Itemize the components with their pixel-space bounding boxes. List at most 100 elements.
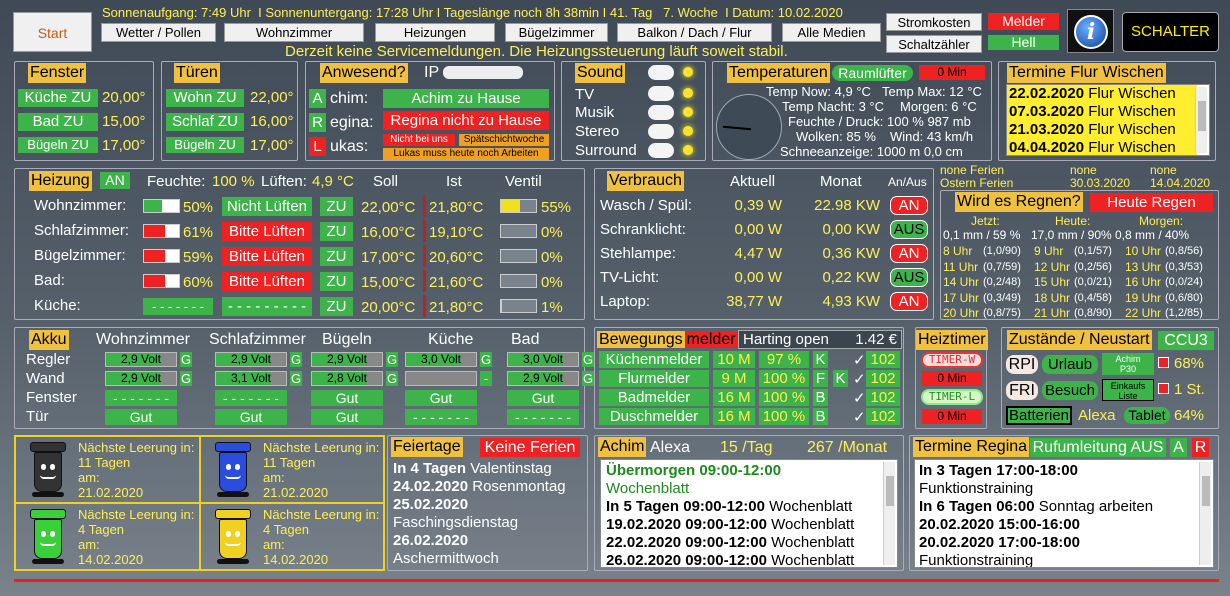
anwesend-regina-status[interactable]: Regina nicht zu Hause — [383, 111, 549, 130]
rpi-button[interactable]: RPI — [1006, 355, 1038, 374]
flur-label: Flur Wischen — [1088, 85, 1176, 102]
tuer-schlaf[interactable]: Schlaf ZU — [166, 113, 244, 131]
bewegung-check-icon: ✓ — [853, 390, 866, 407]
sound-musik-toggle[interactable] — [648, 105, 674, 120]
akku-fenster-status: Gut — [311, 390, 383, 406]
heizung-an-button[interactable]: AN — [100, 172, 130, 189]
heizung-lueften-status[interactable]: Bitte Lüften — [222, 272, 312, 291]
heizung-ventil-bar — [500, 224, 537, 238]
nav-buegelzimmer[interactable]: Bügelzimmer — [505, 23, 608, 42]
timer-w-button[interactable]: TIMER-W — [921, 352, 983, 368]
raumluefter-button[interactable]: Raumlüfter — [832, 65, 913, 81]
heizung-ventil-bar — [500, 299, 537, 313]
tablet-button[interactable]: Tablet — [1124, 407, 1170, 424]
schalter-button[interactable]: SCHALTER — [1122, 12, 1219, 52]
regen-summary-value: 17,0 mm / 90% — [1031, 228, 1112, 242]
anwesend-achim-status[interactable]: Achim zu Hause — [383, 89, 549, 108]
heizung-humidity-value: 60% — [183, 274, 214, 291]
regina-termine-list[interactable]: In 3 Tagen 17:00-18:00 Funktionstraining I… — [914, 459, 1214, 568]
heizung-ventil-bar — [500, 249, 537, 263]
melder-button[interactable]: Melder — [988, 13, 1059, 30]
verbrauch-toggle-button[interactable]: AN — [890, 196, 928, 215]
heizung-ist-value: 20,60°C — [429, 249, 484, 266]
heizung-lueften-status[interactable]: - - - - - - - - - — [222, 297, 312, 316]
muell-tonne-icon — [213, 442, 253, 498]
muell-days: 11 Tagen — [263, 455, 316, 470]
bewegung-room-letter: B — [813, 389, 828, 406]
ccu3-button[interactable]: CCU3 — [1158, 331, 1214, 350]
nav-alle-medien[interactable]: Alle Medien — [782, 23, 881, 42]
fenster-bad[interactable]: Bad ZU — [18, 113, 98, 131]
tuer-buegeln[interactable]: Bügeln ZU — [166, 137, 244, 153]
heizung-room-name: Wohnzimmer: — [34, 197, 127, 214]
verbrauch-toggle-button[interactable]: AN — [890, 292, 928, 311]
rufumleitung-button[interactable]: Rufumleitung AUS — [1030, 438, 1166, 457]
stromkosten-button[interactable]: Stromkosten — [886, 13, 982, 31]
tuer-schlaf-temp: 16,00° — [250, 113, 294, 130]
flur-date: 07.03.2020 — [1009, 103, 1085, 120]
feiertage-line-text: Rosenmontag — [472, 478, 566, 495]
urlaub-button[interactable]: Urlaub — [1042, 355, 1098, 374]
fenster-buegeln[interactable]: Bügeln ZU — [18, 137, 98, 153]
heizung-lueften-status[interactable]: Bitte Lüften — [222, 247, 312, 266]
regen-badge: Heute Regen — [1090, 193, 1213, 212]
schaltzaehler-button[interactable]: Schaltzähler — [886, 35, 982, 53]
achim-list-line: 26.02.2020 09:00-12:00 Wochenblatt — [606, 552, 897, 567]
sound-master-toggle[interactable] — [648, 65, 674, 80]
heizung-humidity-bar — [143, 224, 180, 238]
feiertage-line-text: Valentinstag — [470, 460, 552, 477]
timer-l-button[interactable]: TIMER-L — [921, 389, 983, 405]
heizung-zu-button[interactable]: ZU — [320, 197, 353, 216]
verbrauch-device-name: Laptop: — [600, 293, 651, 310]
tuer-wohn[interactable]: Wohn ZU — [166, 89, 244, 107]
akku-wand-volt: 2,8 Volt — [311, 371, 383, 386]
verbrauch-toggle-button[interactable]: AUS — [890, 220, 928, 239]
einkauf-label2: Liste — [1118, 391, 1138, 401]
flur-label: Flur Wischen — [1088, 139, 1176, 156]
akku-regler-volt: 2,9 Volt — [105, 352, 177, 367]
termine-flur-list[interactable]: 22.02.2020 Flur Wischen 07.03.2020 Flur … — [1006, 84, 1210, 156]
flur-date: 21.03.2020 — [1009, 121, 1085, 138]
sound-surround-toggle[interactable] — [648, 143, 674, 158]
verbrauch-toggle-button[interactable]: AUS — [890, 268, 928, 287]
heizung-lueften-status[interactable]: Bitte Lüften — [222, 222, 312, 241]
regen-col-header: Heute: — [1055, 214, 1091, 228]
checkbox-2-icon[interactable] — [1158, 383, 1169, 394]
akku-col-header: Bad — [511, 331, 540, 348]
achim-p30-button[interactable]: Achim P30 — [1102, 353, 1154, 375]
regen-hour-value: (0,3/53) — [1165, 260, 1203, 273]
temp-nacht: Temp Nacht: 3 °C — [782, 99, 885, 114]
sound-tv-toggle[interactable] — [648, 86, 674, 101]
besuch-button[interactable]: Besuch — [1042, 381, 1098, 400]
flur-date: 04.04.2020 — [1009, 139, 1085, 156]
verbrauch-aktuell-value: 4,47 W — [734, 245, 782, 262]
achim-line-text: Wochenblatt — [769, 498, 853, 515]
heizung-zu-button[interactable]: ZU — [320, 247, 353, 266]
batterien-button[interactable]: Batterien — [1006, 406, 1072, 425]
achim-termine-list[interactable]: Übermorgen 09:00-12:00 Wochenblatt In 5 Ta… — [600, 459, 898, 568]
nav-heizungen[interactable]: Heizungen — [375, 23, 495, 42]
heizung-lueften-status[interactable]: Nicht Lüften — [222, 197, 312, 216]
nav-balkon[interactable]: Balkon / Dach / Flur — [617, 23, 772, 42]
nav-wetter[interactable]: Wetter / Pollen — [101, 23, 216, 42]
hell-button[interactable]: Hell — [988, 35, 1059, 50]
checkbox-1-icon[interactable] — [1158, 357, 1169, 368]
einkaufsliste-button[interactable]: Einkaufs Liste — [1102, 379, 1154, 401]
sound-stereo-toggle[interactable] — [648, 124, 674, 139]
heizung-zu-button[interactable]: ZU — [320, 297, 353, 316]
info-button[interactable]: i — [1067, 9, 1114, 53]
heizung-zu-button[interactable]: ZU — [320, 222, 353, 241]
flur-scrollbar[interactable] — [1195, 87, 1207, 153]
regina-r-button[interactable]: R — [1192, 438, 1209, 457]
regina-scrollbar[interactable] — [1199, 462, 1211, 565]
fenster-kueche-temp: 20,00° — [102, 89, 146, 106]
heizung-zu-button[interactable]: ZU — [320, 272, 353, 291]
achim-scrollbar[interactable] — [883, 462, 895, 565]
fri-button[interactable]: FRI — [1006, 381, 1038, 400]
nav-wohnzimmer[interactable]: Wohnzimmer — [224, 23, 364, 42]
fenster-kueche[interactable]: Küche ZU — [18, 89, 98, 107]
regina-a-button[interactable]: A — [1170, 438, 1187, 457]
akku-wand-g: - — [480, 371, 492, 386]
start-button[interactable]: Start — [13, 12, 92, 52]
verbrauch-toggle-button[interactable]: AN — [890, 244, 928, 263]
